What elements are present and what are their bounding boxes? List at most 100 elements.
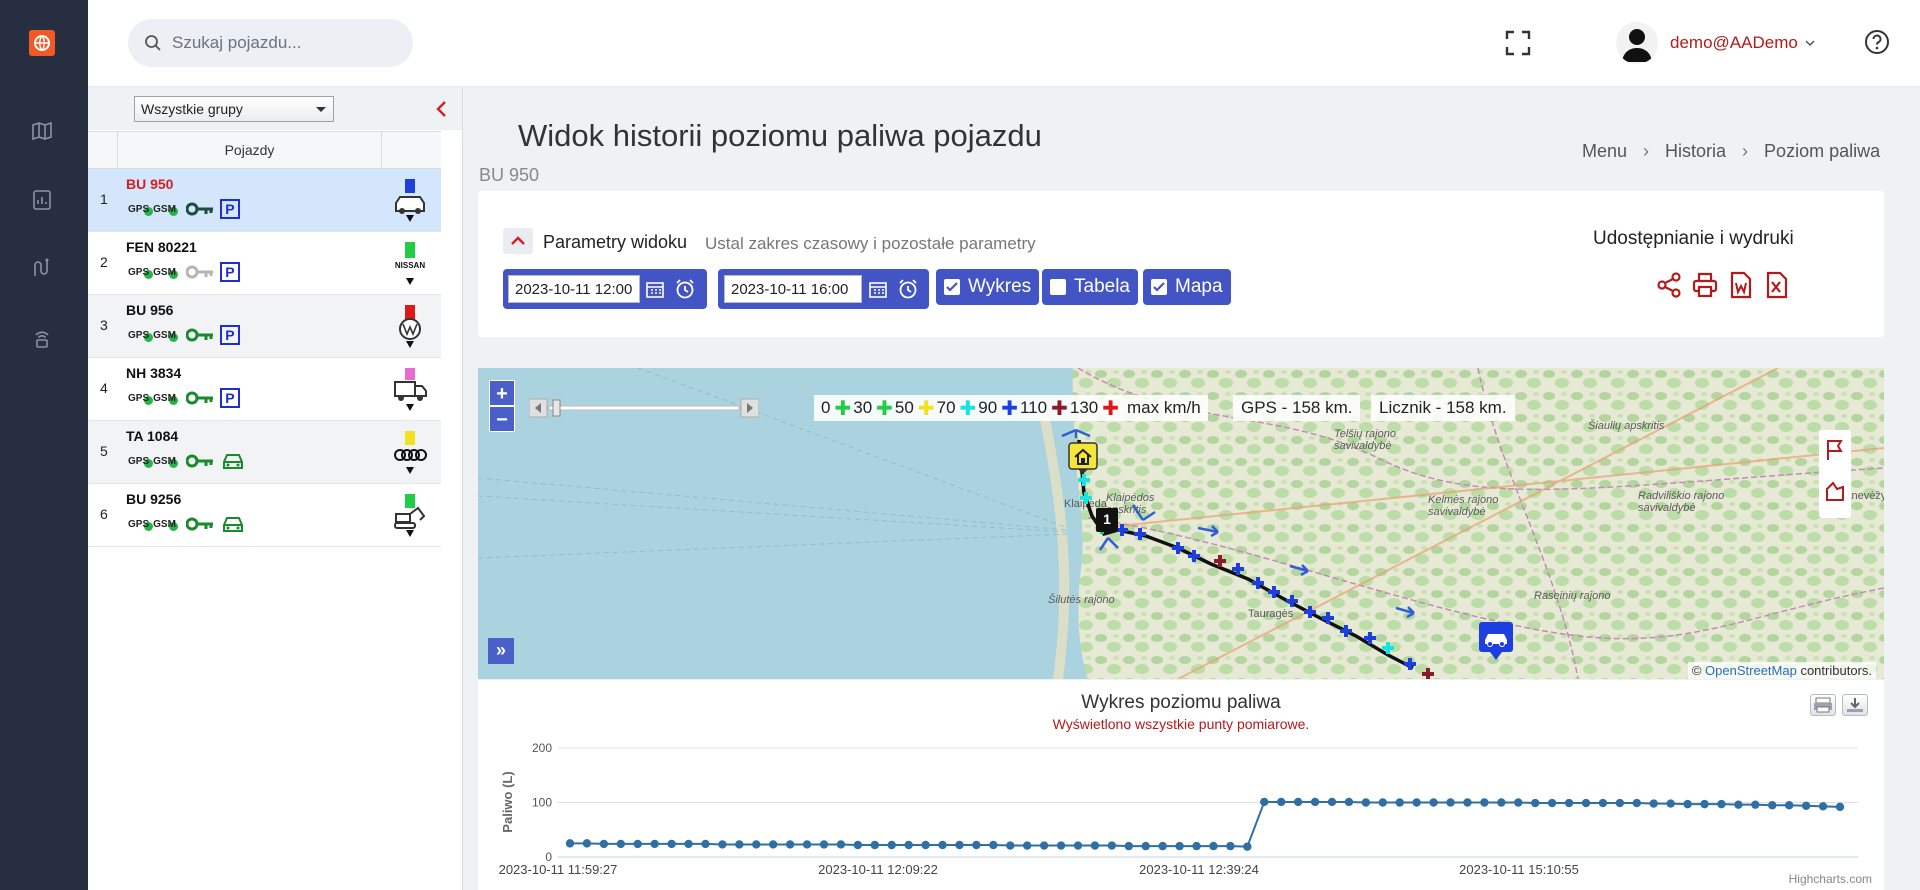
vehicle-row[interactable]: 6 BU 9256 GPS GSM [88, 484, 441, 547]
chart-data-point[interactable] [1395, 798, 1404, 807]
vehicle-row[interactable]: 3 BU 956 GPS GSM P [88, 295, 441, 358]
chart-data-point[interactable] [1209, 841, 1218, 851]
chart-data-point[interactable] [1006, 841, 1015, 850]
chart-data-point[interactable] [1175, 841, 1184, 851]
chart-data-point[interactable] [870, 840, 879, 850]
vehicle-row[interactable]: 5 TA 1084 GPS GSM [88, 421, 441, 484]
chart-data-point[interactable] [769, 840, 778, 849]
route-point-marker[interactable] [1404, 658, 1416, 670]
reports-icon[interactable] [30, 188, 54, 212]
word-export-icon[interactable] [1728, 271, 1754, 299]
chart-data-point[interactable] [1547, 798, 1557, 808]
flag-icon[interactable] [1824, 438, 1846, 462]
search-input[interactable] [172, 33, 392, 53]
table-checkbox[interactable]: Tabela [1042, 269, 1138, 305]
chart-data-point[interactable] [1463, 798, 1472, 807]
chart-data-point[interactable] [735, 840, 744, 849]
chart-data-point[interactable] [1023, 841, 1032, 850]
fullscreen-icon[interactable] [1503, 28, 1533, 58]
date-from-input[interactable] [508, 275, 640, 303]
chart-data-point[interactable] [1039, 841, 1049, 850]
chart-data-point[interactable] [1277, 797, 1286, 807]
chart-data-point[interactable] [1056, 841, 1066, 850]
route-point-marker[interactable] [1172, 542, 1184, 554]
chart-data-point[interactable] [1734, 800, 1743, 809]
chart-data-point[interactable] [1717, 799, 1726, 809]
chart-data-point[interactable] [1260, 797, 1269, 807]
chart-data-point[interactable] [1835, 802, 1845, 812]
chart-data-point[interactable] [633, 839, 642, 849]
chart-data-point[interactable] [1446, 798, 1455, 807]
chart-data-point[interactable] [1598, 798, 1608, 808]
zoom-out-button[interactable]: − [489, 406, 515, 432]
home-marker-icon[interactable] [1068, 442, 1098, 478]
chart-data-point[interactable] [1683, 799, 1692, 809]
chart-data-point[interactable] [887, 840, 896, 850]
chart-data-point[interactable] [785, 840, 795, 849]
chart-data-point[interactable] [1818, 802, 1828, 811]
chart-data-point[interactable] [836, 840, 846, 849]
chart-data-point[interactable] [1361, 798, 1371, 807]
chart-data-point[interactable] [1090, 841, 1100, 850]
chart-data-point[interactable] [955, 840, 964, 850]
route-icon[interactable] [30, 256, 54, 280]
chart-data-point[interactable] [1192, 841, 1201, 851]
osm-link[interactable]: OpenStreetMap [1705, 663, 1797, 678]
print-icon[interactable] [1692, 271, 1718, 299]
chart-data-point[interactable] [1700, 799, 1709, 809]
chart-data-point[interactable] [1564, 798, 1574, 808]
chart-data-point[interactable] [1666, 799, 1675, 808]
chart-data-point[interactable] [1649, 799, 1658, 808]
chart-data-point[interactable] [1751, 800, 1760, 809]
map-checkbox[interactable]: Mapa [1143, 269, 1231, 305]
params-toggle[interactable] [503, 228, 533, 254]
chart-data-point[interactable] [1801, 801, 1811, 810]
calendar-icon[interactable] [645, 279, 665, 299]
app-logo[interactable] [29, 30, 55, 56]
chart-data-point[interactable] [1615, 798, 1625, 808]
date-to-input[interactable] [724, 275, 862, 303]
vehicle-row[interactable]: 4 NH 3834 GPS GSM P [88, 358, 441, 421]
chart-data-point[interactable] [1158, 841, 1167, 851]
chart-data-point[interactable] [1243, 842, 1252, 851]
vehicle-position-icon[interactable] [1478, 621, 1514, 661]
chart-data-point[interactable] [1327, 797, 1337, 807]
chart-data-point[interactable] [1344, 797, 1354, 807]
chart-data-point[interactable] [853, 840, 863, 850]
map-icon[interactable] [30, 119, 54, 143]
chart-data-point[interactable] [582, 839, 592, 848]
user-menu[interactable]: demo@AADemo [1616, 20, 1816, 66]
help-icon[interactable] [1863, 28, 1891, 56]
share-icon[interactable] [1656, 271, 1682, 299]
chart-data-point[interactable] [989, 840, 998, 850]
chart-data-point[interactable] [718, 840, 727, 849]
chart-data-point[interactable] [1073, 841, 1083, 850]
calendar-icon[interactable] [868, 279, 888, 299]
chart-data-point[interactable] [819, 840, 829, 849]
breadcrumb-history[interactable]: Historia [1665, 141, 1726, 162]
chart-data-point[interactable] [904, 840, 913, 850]
chart-data-point[interactable] [921, 840, 930, 850]
alarm-clock-icon[interactable] [897, 278, 919, 300]
chart-data-point[interactable] [1514, 798, 1523, 807]
group-select[interactable]: Wszystkie grupy [134, 96, 334, 122]
route-point-marker[interactable] [1134, 528, 1146, 540]
route-point-marker[interactable] [1080, 492, 1092, 504]
chart-data-point[interactable] [1531, 798, 1540, 808]
polygon-icon[interactable] [1824, 480, 1846, 504]
map-view[interactable]: Klaipėdos apskritisKlaipėdaŠiaulių apskr… [478, 368, 1884, 679]
chart-data-point[interactable] [565, 839, 575, 848]
chart-data-point[interactable] [1412, 798, 1421, 807]
chart-data-point[interactable] [667, 839, 676, 849]
chart-data-point[interactable] [938, 840, 947, 850]
chart-data-point[interactable] [1226, 841, 1235, 851]
zoom-in-button[interactable]: + [489, 380, 515, 406]
chart-checkbox[interactable]: Wykres [936, 269, 1040, 305]
chart-data-point[interactable] [1293, 797, 1303, 807]
chart-data-point[interactable] [599, 839, 609, 849]
chart-data-point[interactable] [701, 839, 710, 849]
chart-data-point[interactable] [1124, 841, 1133, 851]
collapse-panel-icon[interactable] [432, 99, 452, 119]
chart-data-point[interactable] [1785, 801, 1794, 810]
chart-data-point[interactable] [650, 839, 659, 849]
